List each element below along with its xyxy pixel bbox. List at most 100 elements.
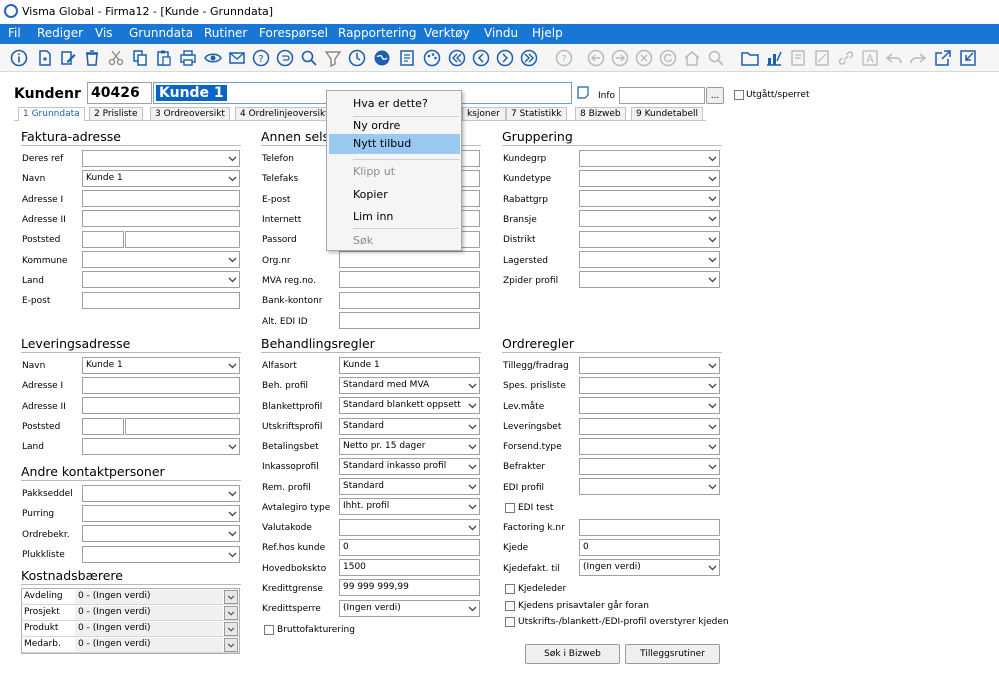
- filter-icon[interactable]: [323, 48, 342, 67]
- tab-grunndata[interactable]: 1 Grunndata: [18, 107, 85, 121]
- last-record-icon[interactable]: [519, 48, 538, 67]
- leveringsbet-combo[interactable]: [579, 418, 720, 435]
- menu-rutiner[interactable]: Rutiner: [204, 26, 247, 40]
- tab-transaksjoner[interactable]: ksjoner: [462, 107, 506, 120]
- undo-icon[interactable]: [275, 48, 294, 67]
- previous-record-icon[interactable]: [471, 48, 490, 67]
- chevron-down-icon[interactable]: [465, 479, 479, 494]
- chevron-down-icon[interactable]: [225, 486, 239, 501]
- chevron-down-icon[interactable]: [225, 272, 239, 287]
- chart-icon[interactable]: [764, 48, 783, 67]
- chevron-down-icon[interactable]: [225, 151, 239, 166]
- distrikt-combo[interactable]: [579, 231, 720, 248]
- link-icon[interactable]: [836, 48, 855, 67]
- kjede-field[interactable]: 0: [579, 539, 720, 556]
- adresse2-field[interactable]: [82, 210, 240, 227]
- text-icon[interactable]: A: [860, 48, 879, 67]
- kost-value[interactable]: 0 - (Ingen verdi): [75, 590, 223, 604]
- befrakter-combo[interactable]: [579, 458, 720, 475]
- lev-adresse2-field[interactable]: [82, 397, 240, 414]
- plukkliste-combo[interactable]: [82, 546, 240, 563]
- kjedeleder-checkbox[interactable]: [505, 584, 515, 594]
- tillegg-combo[interactable]: [579, 357, 720, 374]
- lev-postnr-field[interactable]: [82, 418, 124, 435]
- edit-icon[interactable]: [58, 48, 77, 67]
- kost-value[interactable]: 0 - (Ingen verdi): [75, 606, 223, 620]
- chevron-down-icon[interactable]: [465, 419, 479, 434]
- rem-profil-combo[interactable]: Standard: [339, 478, 480, 495]
- notes-icon[interactable]: [397, 48, 416, 67]
- kjedefakt-combo[interactable]: (Ingen verdi): [579, 559, 720, 576]
- chevron-down-icon[interactable]: [705, 232, 719, 247]
- chevron-down-icon[interactable]: [705, 459, 719, 474]
- copy-icon[interactable]: [130, 48, 149, 67]
- chevron-down-icon[interactable]: [465, 459, 479, 474]
- alfasort-field[interactable]: Kunde 1: [339, 357, 480, 374]
- search-icon[interactable]: [299, 48, 318, 67]
- chevron-down-icon[interactable]: [225, 252, 239, 267]
- chevron-down-icon[interactable]: [225, 439, 239, 454]
- minimize-window-icon[interactable]: [958, 48, 977, 67]
- utgatt-checkbox[interactable]: [734, 90, 744, 100]
- spes-combo[interactable]: [579, 377, 720, 394]
- help-icon[interactable]: ?: [251, 48, 270, 67]
- bank-field[interactable]: [339, 292, 480, 309]
- tilleggsrutiner-button[interactable]: Tilleggsrutiner: [625, 644, 720, 664]
- chevron-down-icon[interactable]: [705, 252, 719, 267]
- chevron-down-icon[interactable]: [705, 191, 719, 206]
- kredittsperre-combo[interactable]: (Ingen verdi): [339, 600, 480, 617]
- chevron-down-icon[interactable]: [465, 601, 479, 616]
- note-icon[interactable]: [577, 86, 589, 99]
- editest-checkbox[interactable]: [505, 503, 515, 513]
- chevron-down-icon[interactable]: [224, 606, 238, 620]
- chevron-down-icon[interactable]: [705, 378, 719, 393]
- help-disabled-icon[interactable]: ?: [554, 48, 573, 67]
- attachment-icon[interactable]: [788, 48, 807, 67]
- first-record-icon[interactable]: [447, 48, 466, 67]
- kundetype-combo[interactable]: [579, 170, 720, 187]
- kjedens-checkbox[interactable]: [505, 601, 515, 611]
- betalingsbet-combo[interactable]: Netto pr. 15 dager: [339, 438, 480, 455]
- tab-kundetabell[interactable]: 9 Kundetabell: [631, 107, 703, 120]
- preview-icon[interactable]: [203, 48, 222, 67]
- rabattgrp-combo[interactable]: [579, 190, 720, 207]
- menu-rediger[interactable]: Rediger: [37, 26, 83, 40]
- chevron-down-icon[interactable]: [224, 638, 238, 652]
- menu-item-sok[interactable]: Søk: [329, 231, 460, 251]
- kost-value[interactable]: 0 - (Ingen verdi): [75, 622, 223, 636]
- info-icon[interactable]: [9, 48, 28, 67]
- refresh-icon[interactable]: [658, 48, 677, 67]
- chevron-down-icon[interactable]: [225, 171, 239, 186]
- avtalegiro-combo[interactable]: Ihht. profil: [339, 498, 480, 515]
- chevron-down-icon[interactable]: [224, 590, 238, 604]
- orgnr-field[interactable]: [339, 251, 480, 268]
- levmate-combo[interactable]: [579, 397, 720, 414]
- edi-field[interactable]: [339, 312, 480, 329]
- menu-item-nytt-tilbud[interactable]: Nytt tilbud: [329, 134, 460, 154]
- tab-ordreoversikt[interactable]: 3 Ordreoversikt: [150, 107, 230, 120]
- menu-item-kopier[interactable]: Kopier: [329, 185, 460, 205]
- bizweb-button[interactable]: Søk i Bizweb: [525, 644, 620, 664]
- forward-icon[interactable]: [610, 48, 629, 67]
- delete-icon[interactable]: [82, 48, 101, 67]
- purring-combo[interactable]: [82, 505, 240, 522]
- info-field[interactable]: [619, 87, 705, 104]
- chevron-down-icon[interactable]: [705, 479, 719, 494]
- palette-icon[interactable]: [422, 48, 441, 67]
- chevron-down-icon[interactable]: [705, 398, 719, 413]
- chevron-down-icon[interactable]: [705, 272, 719, 287]
- inkassoprofil-combo[interactable]: Standard inkasso profil: [339, 458, 480, 475]
- pakkseddel-combo[interactable]: [82, 485, 240, 502]
- menu-vindu[interactable]: Vindu: [484, 26, 518, 40]
- ordrebekr-combo[interactable]: [82, 525, 240, 542]
- ediprofil-combo[interactable]: [579, 478, 720, 495]
- chevron-down-icon[interactable]: [224, 622, 238, 636]
- kost-value[interactable]: 0 - (Ingen verdi): [75, 638, 223, 652]
- brutto-checkbox[interactable]: [264, 625, 274, 635]
- menu-item-hva-er-dette[interactable]: Hva er dette?: [329, 94, 460, 114]
- menu-hjelp[interactable]: Hjelp: [532, 26, 563, 40]
- bransje-combo[interactable]: [579, 210, 720, 227]
- lev-land-combo[interactable]: [82, 438, 240, 455]
- poststed-field[interactable]: [125, 231, 240, 248]
- adresse1-field[interactable]: [82, 190, 240, 207]
